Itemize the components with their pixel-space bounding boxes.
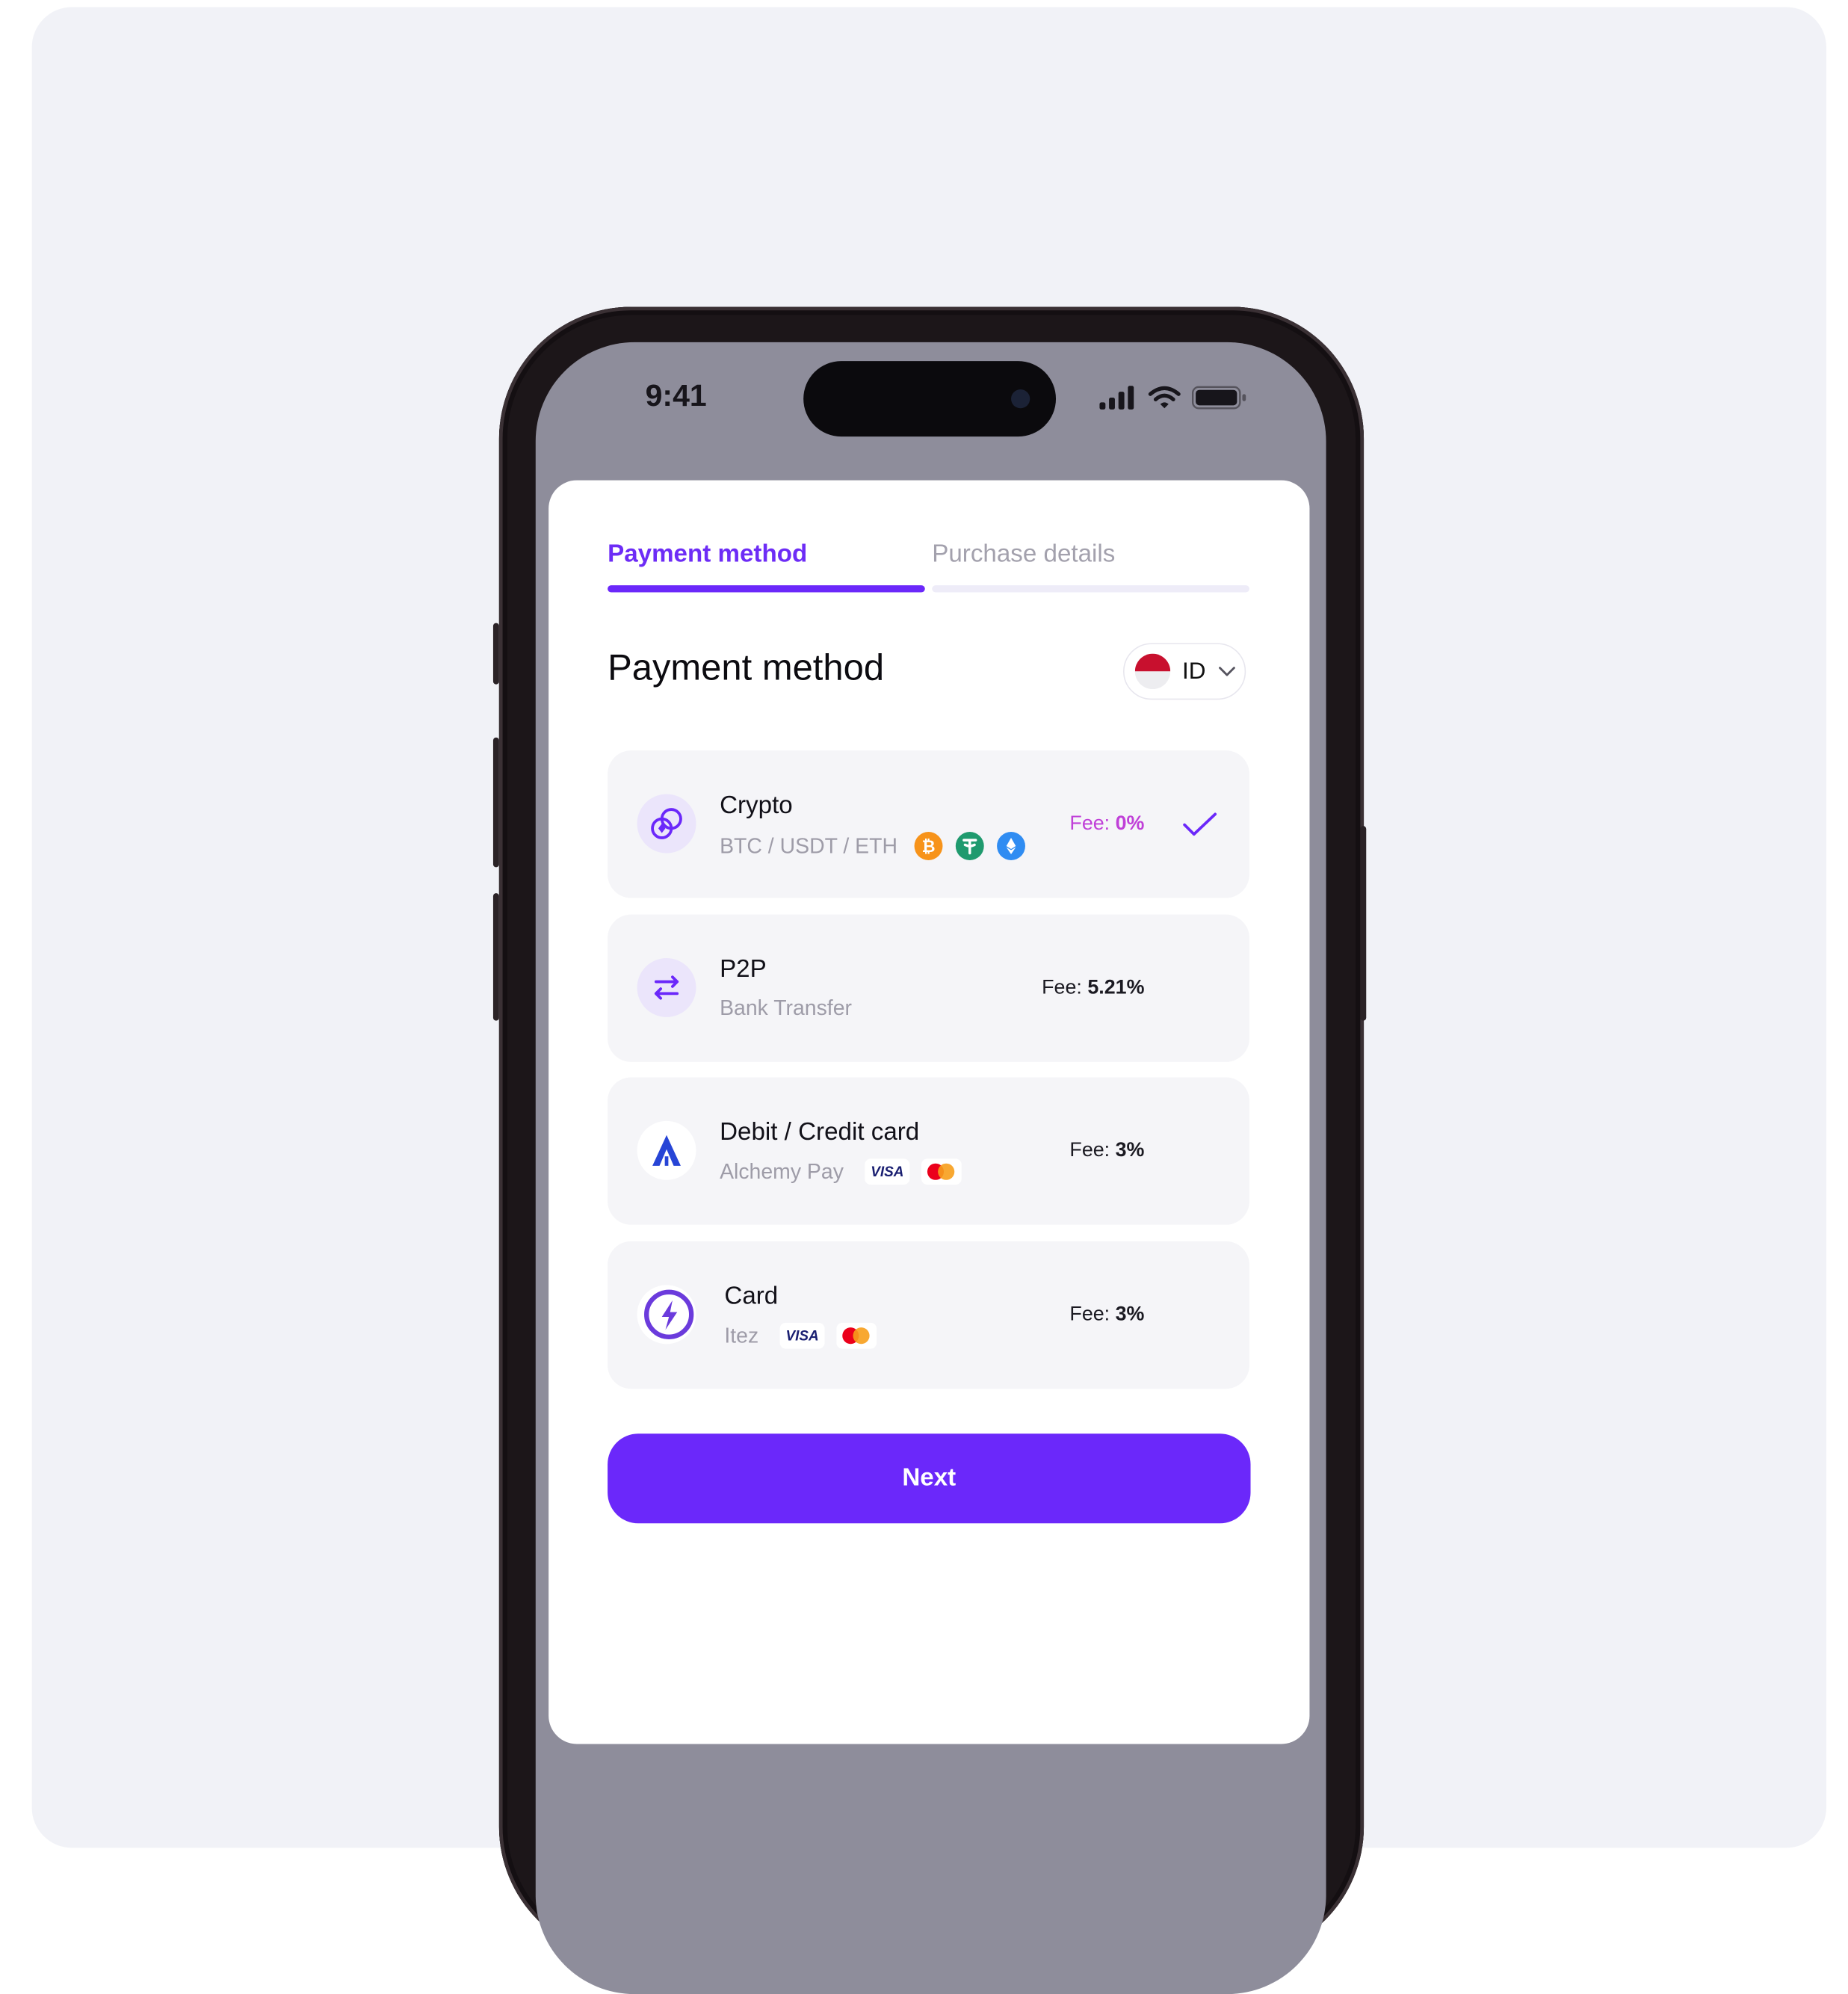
method-fee: Fee: 3% — [1069, 1139, 1144, 1163]
method-title: Card — [724, 1282, 779, 1310]
mastercard-icon — [836, 1322, 877, 1349]
tether-icon — [955, 832, 984, 860]
method-title: Debit / Credit card — [720, 1118, 920, 1146]
fee-label: Fee: — [1042, 975, 1082, 998]
method-title: P2P — [720, 955, 767, 984]
chevron-down-icon — [1219, 667, 1235, 676]
volume-down-button — [492, 893, 499, 1021]
method-subtitle: BTC / USDT / ETH ₿ — [720, 832, 1025, 860]
volume-up-button — [492, 737, 499, 868]
svg-text:₿: ₿ — [921, 837, 935, 856]
status-icons — [1097, 383, 1248, 413]
payment-option-card[interactable]: Card Itez VISA Fee: 3% — [608, 1241, 1249, 1389]
fee-value: 3% — [1115, 1302, 1145, 1325]
check-icon — [1183, 812, 1217, 836]
method-subtitle-text: Itez — [724, 1323, 759, 1348]
tab-payment-method[interactable]: Payment method — [608, 540, 807, 569]
action-button — [492, 623, 499, 685]
power-button — [1360, 826, 1367, 1021]
battery-icon — [1191, 386, 1246, 410]
method-fee: Fee: 0% — [1069, 812, 1144, 836]
ethereum-icon — [996, 832, 1025, 860]
signal-icon — [1099, 386, 1134, 410]
screenshot-frame: 9:41 Payment method Purchase details Pay… — [0, 0, 1841, 1994]
country-selector[interactable]: ID — [1123, 643, 1246, 700]
country-code: ID — [1181, 658, 1206, 685]
method-subtitle-text: BTC / USDT / ETH — [720, 833, 897, 857]
mastercard-icon — [921, 1158, 962, 1185]
page-title: Payment method — [608, 646, 885, 688]
payment-option-p2p[interactable]: P2P Bank Transfer Fee: 5.21% — [608, 914, 1249, 1062]
indonesia-flag-icon — [1134, 653, 1171, 690]
visa-badge: VISA — [779, 1322, 825, 1349]
payment-option-crypto[interactable]: Crypto BTC / USDT / ETH ₿ Fee: 0% — [608, 750, 1249, 898]
method-fee: Fee: 3% — [1069, 1303, 1144, 1327]
bitcoin-icon: ₿ — [914, 832, 942, 860]
method-title: Crypto — [720, 791, 793, 819]
visa-badge: VISA — [865, 1158, 910, 1185]
fee-value: 5.21% — [1087, 975, 1145, 998]
fee-label: Fee: — [1069, 812, 1110, 835]
fee-value: 0% — [1115, 812, 1145, 835]
alchemy-pay-logo-icon — [637, 1120, 696, 1180]
tab-indicator-active — [608, 585, 925, 593]
tab-purchase-details[interactable]: Purchase details — [932, 540, 1115, 569]
method-subtitle: Bank Transfer — [720, 996, 852, 1020]
method-subtitle: Alchemy Pay VISA — [720, 1158, 962, 1185]
wifi-icon — [1148, 386, 1181, 409]
method-fee: Fee: 5.21% — [1042, 976, 1144, 1000]
dynamic-island — [803, 361, 1057, 437]
next-button[interactable]: Next — [608, 1433, 1251, 1524]
fee-label: Fee: — [1069, 1302, 1110, 1325]
crypto-link-icon — [637, 794, 696, 854]
status-time: 9:41 — [645, 377, 707, 413]
method-subtitle: Itez VISA — [724, 1322, 877, 1349]
tab-indicator-inactive — [932, 585, 1249, 593]
fee-value: 3% — [1115, 1138, 1145, 1161]
fee-label: Fee: — [1069, 1138, 1110, 1161]
payment-option-debit-credit-card[interactable]: Debit / Credit card Alchemy Pay VISA Fee… — [608, 1077, 1249, 1225]
itez-lightning-icon — [637, 1285, 696, 1345]
method-subtitle-text: Alchemy Pay — [720, 1159, 844, 1183]
transfer-arrows-icon — [637, 957, 696, 1017]
